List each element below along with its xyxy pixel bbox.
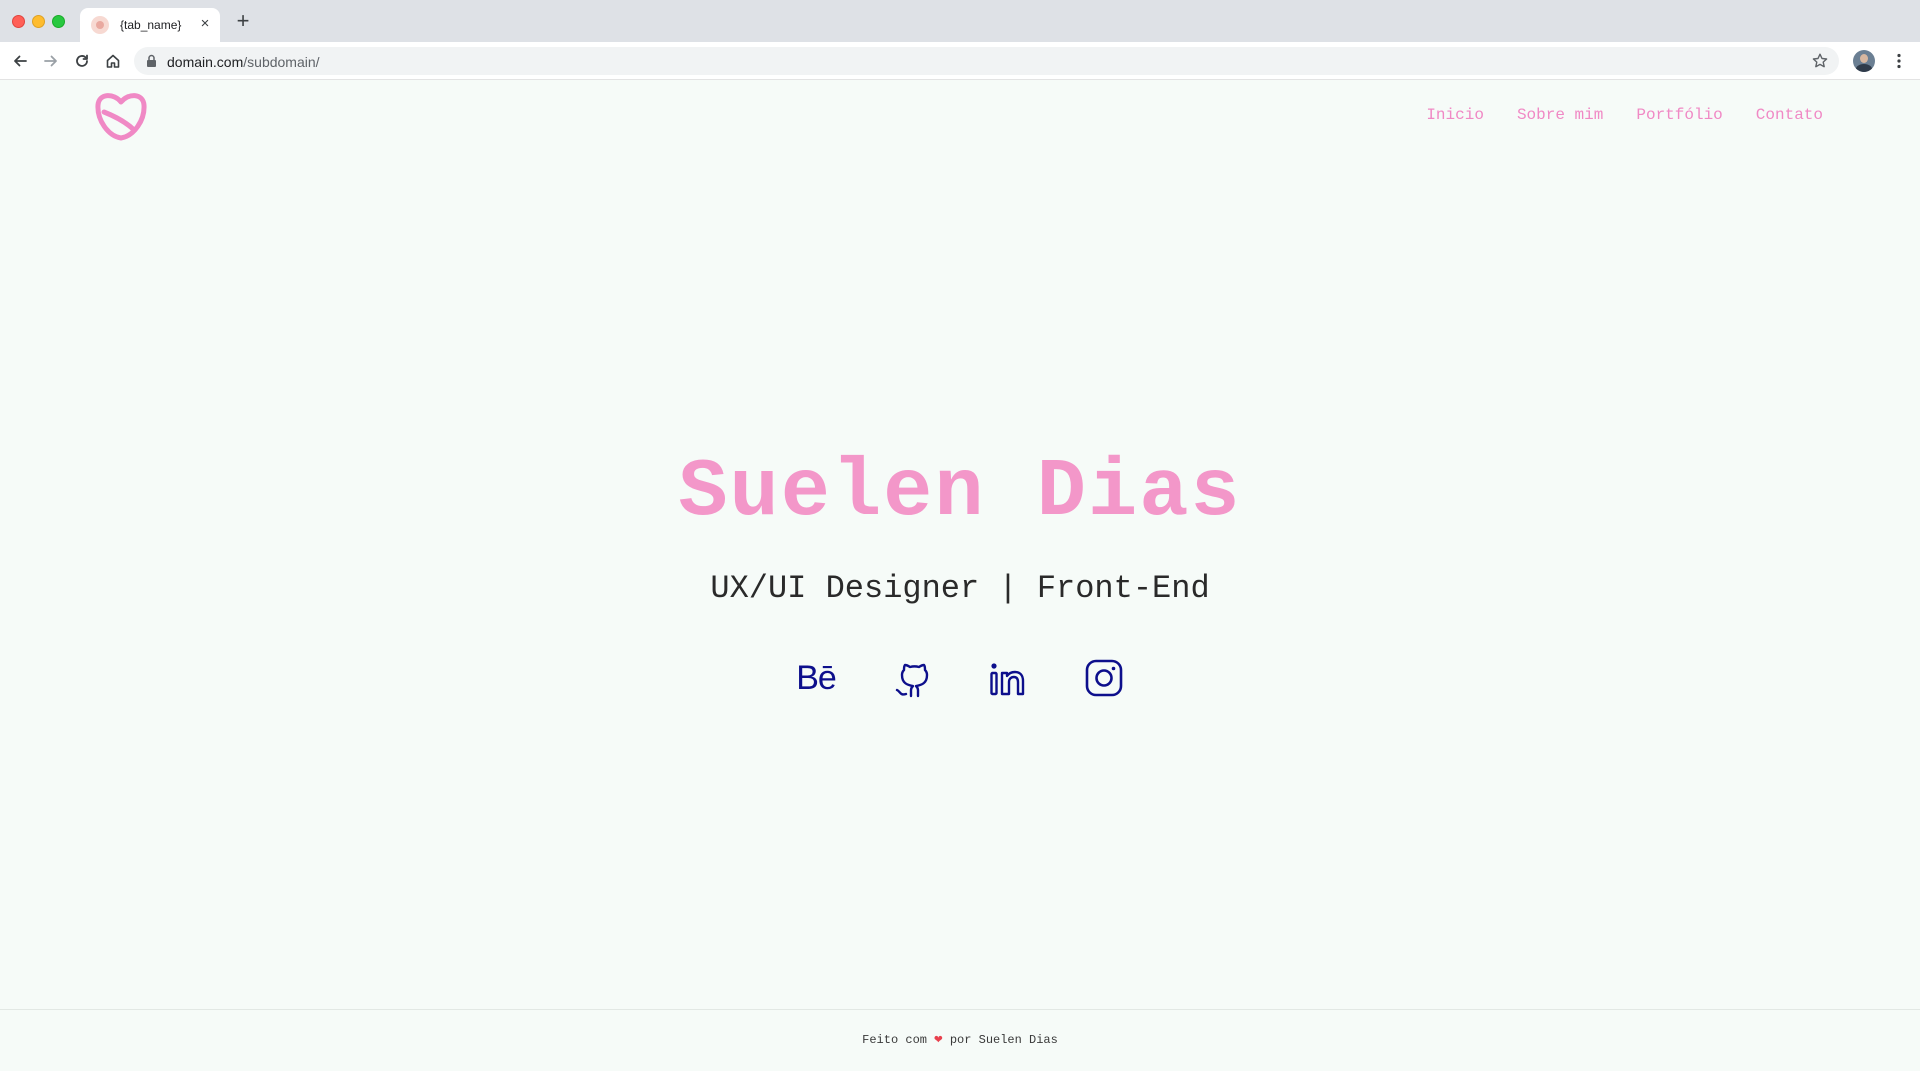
heart-icon: ❤ bbox=[934, 1032, 943, 1048]
forward-button[interactable] bbox=[40, 50, 62, 72]
linkedin-icon bbox=[990, 663, 1025, 696]
logo-heart-icon[interactable] bbox=[94, 90, 148, 142]
footer: Feito com ❤ por Suelen Dias bbox=[0, 1009, 1920, 1071]
home-icon bbox=[106, 54, 120, 68]
back-button[interactable] bbox=[9, 50, 31, 72]
linkedin-link[interactable] bbox=[988, 658, 1028, 698]
close-window-button[interactable] bbox=[12, 15, 25, 28]
reload-icon bbox=[76, 54, 88, 67]
github-link[interactable] bbox=[892, 658, 932, 698]
nav-link-contato[interactable]: Contato bbox=[1756, 106, 1823, 124]
url-text: domain.com/subdomain/ bbox=[167, 54, 320, 70]
instagram-icon bbox=[1085, 659, 1123, 697]
favicon-icon bbox=[91, 16, 109, 34]
address-bar[interactable]: domain.com/subdomain/ bbox=[134, 47, 1839, 75]
browser-tabstrip: {tab_name} × + bbox=[0, 0, 1920, 42]
minimize-window-button[interactable] bbox=[32, 15, 45, 28]
close-tab-icon[interactable]: × bbox=[196, 15, 214, 33]
github-icon bbox=[895, 663, 929, 698]
new-tab-button[interactable]: + bbox=[232, 10, 254, 32]
hero-name: Suelen Dias bbox=[678, 446, 1242, 539]
behance-link[interactable]: Bē bbox=[796, 658, 837, 698]
footer-text-before: Feito com bbox=[862, 1033, 927, 1047]
behance-icon: Bē bbox=[796, 659, 837, 697]
bookmark-star-icon[interactable] bbox=[1811, 52, 1829, 70]
footer-credit: Feito com ❤ por Suelen Dias bbox=[0, 1031, 1920, 1048]
nav-link-portfolio[interactable]: Portfólio bbox=[1636, 106, 1722, 124]
arrow-left-icon bbox=[14, 55, 27, 67]
instagram-link[interactable] bbox=[1084, 658, 1124, 698]
nav-link-inicio[interactable]: Inicio bbox=[1426, 106, 1484, 124]
hero-role: UX/UI Designer | Front-End bbox=[710, 570, 1210, 607]
browser-tab[interactable]: {tab_name} × bbox=[80, 8, 220, 42]
lock-icon bbox=[147, 54, 156, 67]
kebab-menu-icon[interactable] bbox=[1890, 52, 1908, 70]
arrow-right-icon bbox=[44, 55, 57, 67]
browser-toolbar: domain.com/subdomain/ bbox=[0, 42, 1920, 80]
social-links: Bē bbox=[0, 658, 1920, 698]
main-nav: Inicio Sobre mim Portfólio Contato bbox=[1426, 106, 1823, 124]
url-path: /subdomain/ bbox=[243, 54, 320, 70]
footer-text-after: por Suelen Dias bbox=[949, 1033, 1058, 1047]
nav-link-sobre-mim[interactable]: Sobre mim bbox=[1517, 106, 1603, 124]
url-domain: domain.com bbox=[167, 54, 244, 70]
reload-button[interactable] bbox=[71, 50, 93, 72]
tab-title: {tab_name} bbox=[120, 18, 182, 32]
page-viewport: Inicio Sobre mim Portfólio Contato Suele… bbox=[0, 80, 1920, 1071]
profile-avatar[interactable] bbox=[1853, 50, 1875, 72]
home-button[interactable] bbox=[102, 50, 124, 72]
maximize-window-button[interactable] bbox=[52, 15, 65, 28]
